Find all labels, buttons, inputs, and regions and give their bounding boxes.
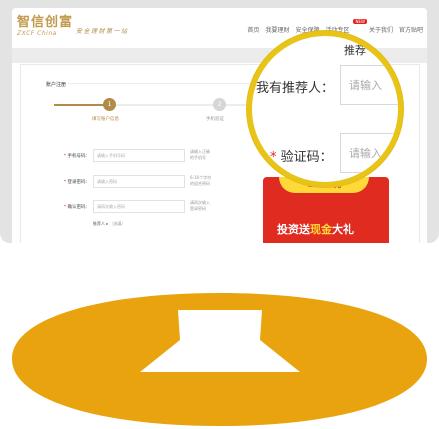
magnified-captcha-input[interactable]: 请输入 [340,133,398,173]
confirm-hint-line2: 登录密码 [190,206,206,211]
step-1-dot: 1 [103,98,116,111]
phone-input[interactable]: 请输入手机号码 [93,149,185,162]
password-label-text: 登录密码： [67,180,91,185]
pointer-arrow-graphic [12,293,427,426]
section-title: 账户注册 [46,82,67,88]
logo-chinese: 智信创富 [17,15,74,30]
envelope-text-highlight: 现金 [310,223,332,236]
phone-hint-line2: 的手机号 [190,155,206,160]
step-progress-todo [110,104,250,106]
referrer-toggle[interactable]: 推荐人 ▸ （选填） [93,221,126,227]
arrow-shape [12,293,427,426]
browser-frame: 智信创富 ZXCF China 安全理财第一站 首页 我要理财 安全保障 活动专… [0,0,439,243]
envelope-text-after: 大礼 [332,223,354,236]
password-hint: 6-16个字符 的组合密码 [190,175,211,187]
site-logo[interactable]: 智信创富 ZXCF China [17,15,74,38]
referrer-text: 推荐人 [93,221,105,226]
nav-forum[interactable]: 官方贴吧 [399,25,423,34]
envelope-slogan: 投资送现金大礼 [277,221,354,237]
nav-invest[interactable]: 我要理财 [265,25,289,34]
logo-english: ZXCF China [17,30,57,37]
confirm-password-hint: 请再次输入 登录密码 [190,200,210,212]
magnified-captcha-label: * 验证码： [270,146,333,165]
confirm-password-input[interactable]: 请再次输入密码 [93,200,185,213]
step-2-dot: 2 [213,98,226,111]
referrer-optional: （选填） [109,221,126,226]
magnifier-lens: 推荐 我有推荐人： 请输入 * 验证码： 请输入 [247,31,403,187]
step-progress-done [54,104,110,106]
new-badge: NEW [353,19,367,24]
step-2-label: 手机验证 [206,117,224,122]
magnified-referrer-label: 我有推荐人： [256,81,335,96]
captcha-label-text: 验证码： [280,150,333,165]
envelope-text-before: 投资送 [277,223,310,236]
phone-label: * 手机号码： [63,154,91,159]
step-1-label: 填写账户信息 [92,117,119,122]
password-input[interactable]: 请输入密码 [93,175,185,188]
magnified-referrer-input[interactable]: 请输入 [340,65,398,105]
confirm-password-label: * 确认密码： [63,205,91,210]
magnified-top-fragment: 推荐 [344,44,366,57]
password-label: * 登录密码： [63,180,91,185]
nav-home[interactable]: 首页 [247,25,259,34]
phone-label-text: 手机号码： [67,154,91,159]
required-mark: * [270,150,277,165]
phone-hint: 请输入正确 的手机号 [190,149,210,161]
confirm-label-text: 确认密码： [67,205,91,210]
slogan: 安全理财第一站 [76,28,129,35]
nav-about[interactable]: 关于我们 [369,25,393,34]
password-hint-line2: 的组合密码 [190,181,210,186]
